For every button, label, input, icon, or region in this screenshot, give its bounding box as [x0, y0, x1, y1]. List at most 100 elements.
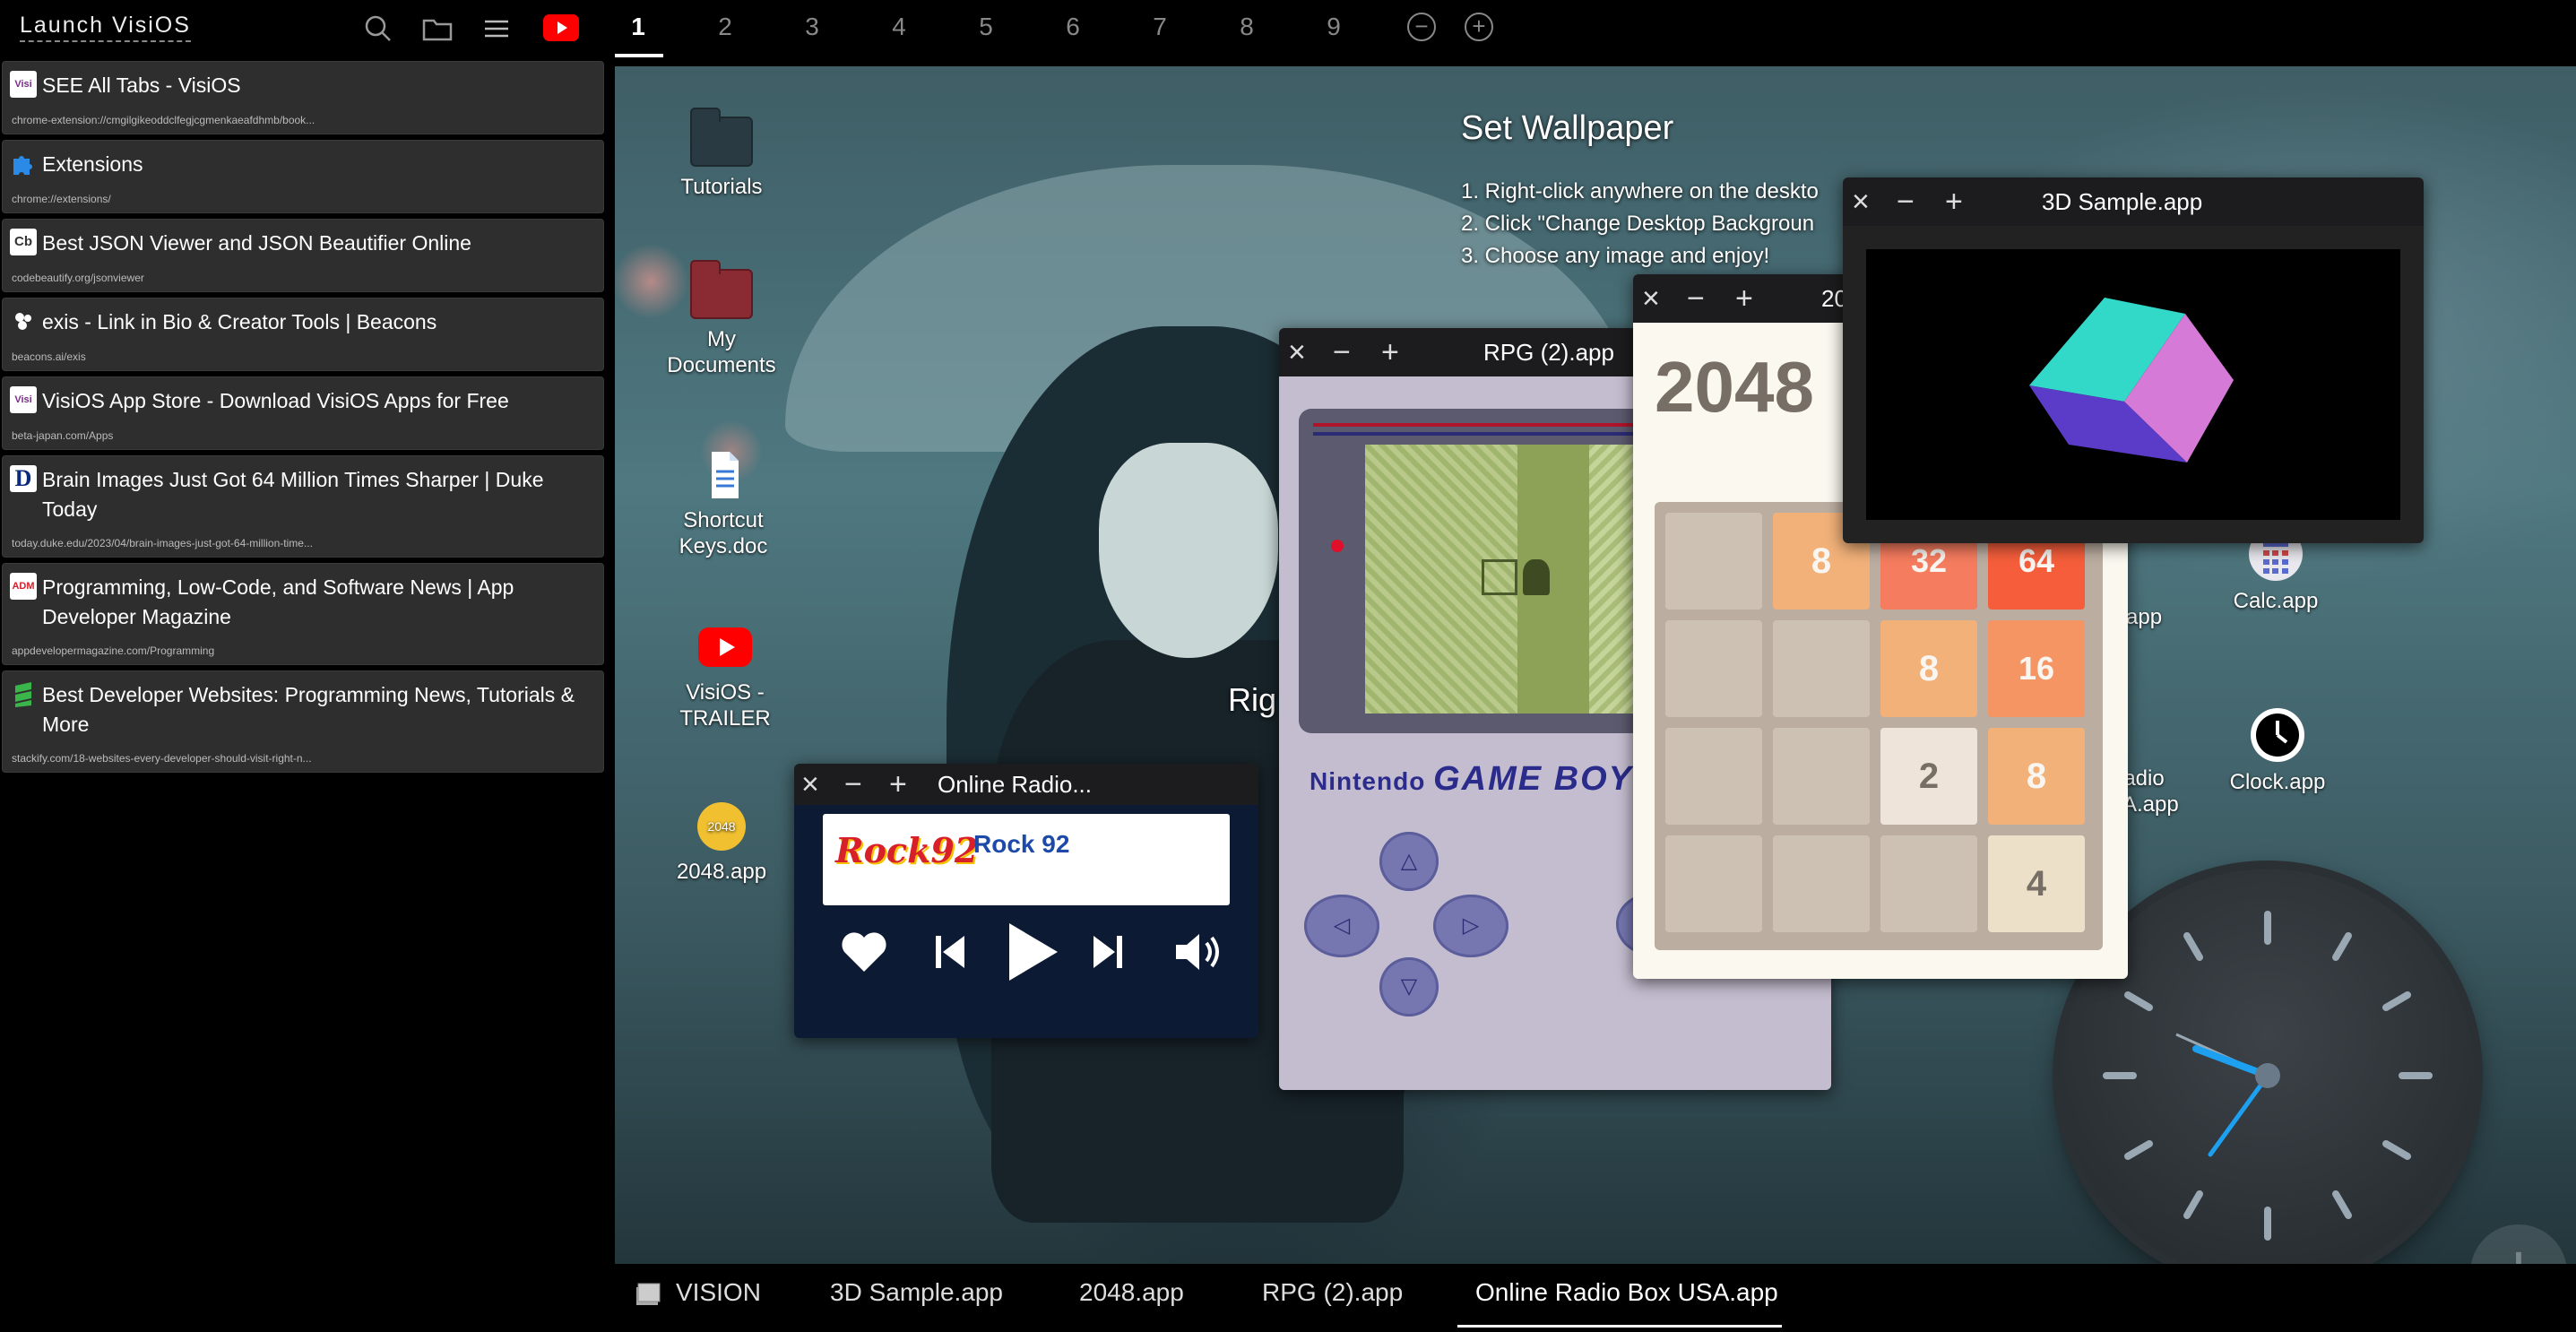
adm-favicon: ADM [10, 573, 37, 600]
workspace-4[interactable]: 4 [881, 13, 917, 41]
minimize-icon[interactable]: − [1687, 283, 1705, 314]
tab-item[interactable]: Best Developer Websites: Programming New… [2, 670, 604, 773]
taskbar-item-3d-sample[interactable]: 3D Sample.app [830, 1278, 1003, 1307]
station-card[interactable]: Rock92 Rock 92 [823, 814, 1230, 905]
taskbar-item-2048[interactable]: 2048.app [1079, 1278, 1184, 1307]
tab-item[interactable]: exis - Link in Bio & Creator Tools | Bea… [2, 298, 604, 371]
station-logo: Rock92 [835, 830, 979, 870]
workspace-7[interactable]: 7 [1142, 13, 1178, 41]
desktop-icon-label: Tutorials [680, 175, 763, 199]
tab-item[interactable]: Extensions chrome://extensions/ [2, 140, 604, 213]
tab-title: Best Developer Websites: Programming New… [42, 683, 575, 736]
folder-icon[interactable] [421, 13, 454, 45]
window-3d-sample[interactable]: × − + 3D Sample.app [1843, 177, 2424, 543]
maximize-icon[interactable]: + [1735, 283, 1753, 314]
maximize-icon[interactable]: + [1381, 337, 1399, 368]
wallpaper-help-partial: Rig [1228, 681, 1277, 718]
game-tile [1773, 620, 1870, 717]
game-tile [1773, 835, 1870, 932]
desktop-icon-tutorials[interactable]: Tutorials [654, 108, 789, 200]
close-icon[interactable]: × [801, 769, 819, 800]
taskbar: VISION 3D Sample.app 2048.app RPG (2).ap… [615, 1264, 2576, 1332]
workspace-bar: 1 2 3 4 5 6 7 8 9 − + [608, 0, 2576, 61]
heart-icon[interactable] [837, 925, 891, 988]
next-icon[interactable] [1086, 925, 1131, 988]
workspace-6[interactable]: 6 [1055, 13, 1091, 41]
brand-gameboy: GAME BOY [1433, 760, 1633, 798]
minimize-icon[interactable]: − [1333, 337, 1351, 368]
search-icon[interactable] [362, 13, 394, 45]
remove-workspace-button[interactable]: − [1407, 13, 1436, 41]
2048-app-icon: 2048 [695, 800, 748, 853]
desktop-icon-visios-trailer[interactable]: VisiOS - TRAILER [658, 620, 792, 731]
taskbar-item-vision[interactable]: VISION [676, 1278, 761, 1307]
wallpaper-step: 3. Choose any image and enjoy! [1461, 244, 1770, 268]
desktop-icon-label: Clock.app [2229, 770, 2326, 794]
workspace-2[interactable]: 2 [707, 13, 743, 41]
dpad-down-button[interactable]: ▽ [1379, 957, 1439, 1016]
tab-item[interactable]: Visi VisiOS App Store - Download VisiOS … [2, 376, 604, 450]
window-titlebar[interactable]: × − + Online Radio... [794, 764, 1258, 805]
power-led [1331, 540, 1344, 552]
play-icon[interactable] [1000, 916, 1063, 981]
maximize-icon[interactable]: + [1945, 186, 1963, 217]
window-online-radio[interactable]: × − + Online Radio... Rock92 Rock 92 [794, 764, 1258, 1038]
minimize-icon[interactable]: − [844, 769, 862, 800]
add-workspace-button[interactable]: + [1465, 13, 1493, 41]
desktop-icon-label: Calc.app [2233, 589, 2319, 613]
tab-item[interactable]: Visi SEE All Tabs - VisiOS chrome-extens… [2, 61, 604, 134]
desktop-icon-clock[interactable]: Clock.app [2210, 706, 2345, 795]
workspace-9[interactable]: 9 [1316, 13, 1352, 41]
close-icon[interactable]: × [1852, 186, 1870, 217]
workspace-1[interactable]: 1 [620, 13, 656, 41]
tab-title: Extensions [42, 152, 143, 176]
desktop-icon-my-documents[interactable]: My Documents [654, 260, 789, 378]
maximize-icon[interactable]: + [889, 769, 907, 800]
minimize-icon[interactable]: − [1897, 186, 1915, 217]
previous-icon[interactable] [929, 925, 973, 988]
dpad-up-button[interactable]: △ [1379, 832, 1439, 891]
game-tile: 2 [1880, 728, 1977, 825]
tab-item[interactable]: D Brain Images Just Got 64 Million Times… [2, 455, 604, 558]
game-board[interactable]: 8 32 64 8 16 2 8 4 [1655, 502, 2103, 950]
visios-favicon: Visi [10, 386, 37, 413]
dpad-left-button[interactable]: ◁ [1304, 895, 1379, 957]
wallpaper-step: 2. Click "Change Desktop Backgroun [1461, 212, 1815, 236]
taskbar-item-rpg[interactable]: RPG (2).app [1262, 1278, 1403, 1307]
game-tile [1880, 835, 1977, 932]
tab-url: stackify.com/18-websites-every-developer… [12, 752, 312, 765]
tab-url: codebeautify.org/jsonviewer [12, 272, 144, 284]
volume-icon[interactable] [1171, 925, 1233, 988]
desktop-icon-2048[interactable]: 2048 2048.app [654, 800, 789, 885]
active-workspace-indicator [615, 54, 663, 57]
codebeautify-favicon: Cb [10, 229, 37, 255]
workspace-5[interactable]: 5 [968, 13, 1004, 41]
dpad-right-button[interactable]: ▷ [1433, 895, 1508, 957]
add-fab-button[interactable]: + [2470, 1224, 2567, 1264]
taskbar-item-online-radio[interactable]: Online Radio Box USA.app [1475, 1278, 1778, 1307]
tab-title: exis - Link in Bio & Creator Tools | Bea… [42, 310, 437, 333]
desktop-icon-shortcut-keys[interactable]: Shortcut Keys.doc [656, 448, 791, 559]
tab-item[interactable]: ADM Programming, Low-Code, and Software … [2, 563, 604, 665]
tab-title: SEE All Tabs - VisiOS [42, 74, 241, 97]
close-icon[interactable]: × [1642, 283, 1660, 314]
launch-visios-title[interactable]: Launch VisiOS [20, 13, 191, 42]
youtube-icon[interactable] [543, 14, 579, 41]
window-title: Online Radio... [938, 771, 1092, 798]
window-titlebar[interactable]: × − + 3D Sample.app [1843, 177, 2424, 226]
tab-url: appdevelopermagazine.com/Programming [12, 644, 215, 657]
menu-icon[interactable] [480, 13, 513, 45]
tab-item[interactable]: Cb Best JSON Viewer and JSON Beautifier … [2, 219, 604, 292]
workspace-8[interactable]: 8 [1229, 13, 1265, 41]
tab-url: beta-japan.com/Apps [12, 429, 114, 442]
document-icon [692, 448, 755, 502]
workspace-3[interactable]: 3 [794, 13, 830, 41]
3d-canvas[interactable] [1866, 249, 2400, 520]
radio-player: Rock92 Rock 92 [794, 805, 1258, 1038]
desktop-icon-label: 2048.app [676, 860, 767, 884]
game-tile: 4 [1988, 835, 2085, 932]
gameboy-brand: Nintendo GAME BOY [1310, 760, 1633, 799]
game-tile [1665, 513, 1762, 610]
folder-icon [690, 108, 753, 167]
close-icon[interactable]: × [1288, 337, 1306, 368]
